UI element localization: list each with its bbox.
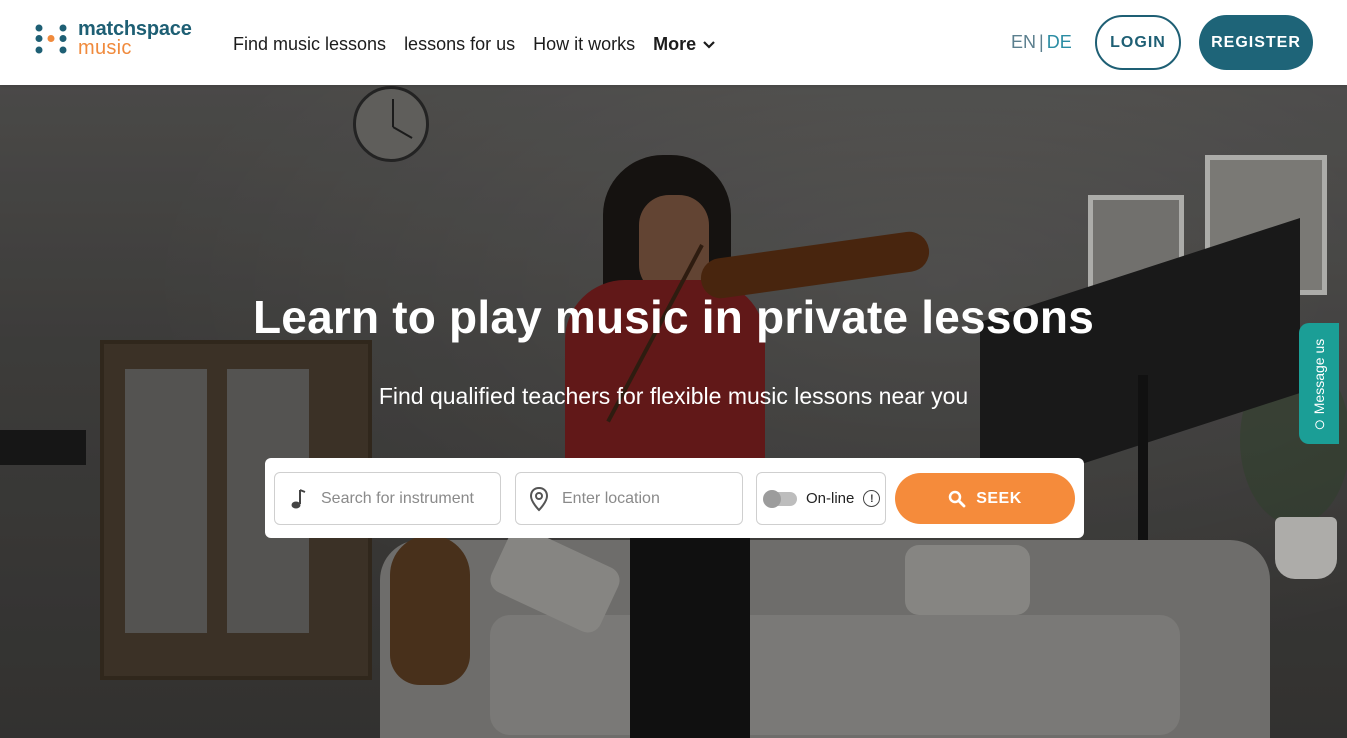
nav-how-it-works[interactable]: How it works bbox=[533, 34, 635, 55]
brand-wordmark: matchspace music bbox=[78, 19, 192, 59]
nav-lessons-for-us[interactable]: lessons for us bbox=[404, 34, 515, 55]
login-button[interactable]: LOGIN bbox=[1095, 15, 1181, 70]
logo-mark-icon bbox=[34, 22, 68, 56]
chat-status-icon bbox=[1314, 419, 1324, 429]
search-icon bbox=[948, 490, 966, 507]
nav-more-dropdown[interactable]: More bbox=[653, 34, 716, 55]
lang-de[interactable]: DE bbox=[1047, 32, 1072, 52]
hero-subtitle: Find qualified teachers for flexible mus… bbox=[378, 383, 969, 409]
brand-line2: music bbox=[78, 37, 132, 59]
nav-more-label: More bbox=[653, 34, 697, 54]
location-placeholder: Enter location bbox=[562, 489, 660, 507]
location-field[interactable]: Enter location bbox=[515, 472, 743, 525]
main-nav: Find music lessons lessons for us How it… bbox=[233, 34, 716, 55]
map-pin-icon bbox=[516, 486, 562, 512]
hero-overlay bbox=[0, 85, 1347, 738]
register-button[interactable]: REGISTER bbox=[1199, 15, 1313, 70]
nav-find-music-lessons[interactable]: Find music lessons bbox=[233, 34, 386, 55]
lang-en[interactable]: EN bbox=[1011, 32, 1036, 52]
message-us-label: Message us bbox=[1311, 338, 1328, 414]
info-circle-icon[interactable]: ! bbox=[863, 490, 881, 507]
seek-label: SEEK bbox=[976, 489, 1022, 507]
search-bar: Search for instrument Enter location On-… bbox=[265, 458, 1084, 538]
chevron-down-icon bbox=[703, 40, 715, 49]
music-note-icon bbox=[275, 488, 321, 510]
hero-section: Learn to play music in private lessons F… bbox=[0, 85, 1347, 738]
hero-title: Learn to play music in private lessons bbox=[253, 291, 1094, 343]
lang-separator: | bbox=[1039, 32, 1044, 52]
instrument-search-field[interactable]: Search for instrument bbox=[274, 472, 501, 525]
online-toggle-field: On-line ! bbox=[756, 472, 886, 525]
online-toggle[interactable] bbox=[763, 489, 797, 508]
instrument-search-placeholder: Search for instrument bbox=[321, 489, 474, 507]
brand-logo[interactable]: matchspace music bbox=[34, 19, 192, 59]
seek-button[interactable]: SEEK bbox=[895, 473, 1075, 524]
language-switcher: EN | DE bbox=[1011, 32, 1072, 53]
online-label: On-line bbox=[806, 490, 855, 507]
message-us-tab[interactable]: Message us bbox=[1299, 323, 1339, 444]
site-header: matchspace music Find music lessons less… bbox=[0, 0, 1347, 85]
